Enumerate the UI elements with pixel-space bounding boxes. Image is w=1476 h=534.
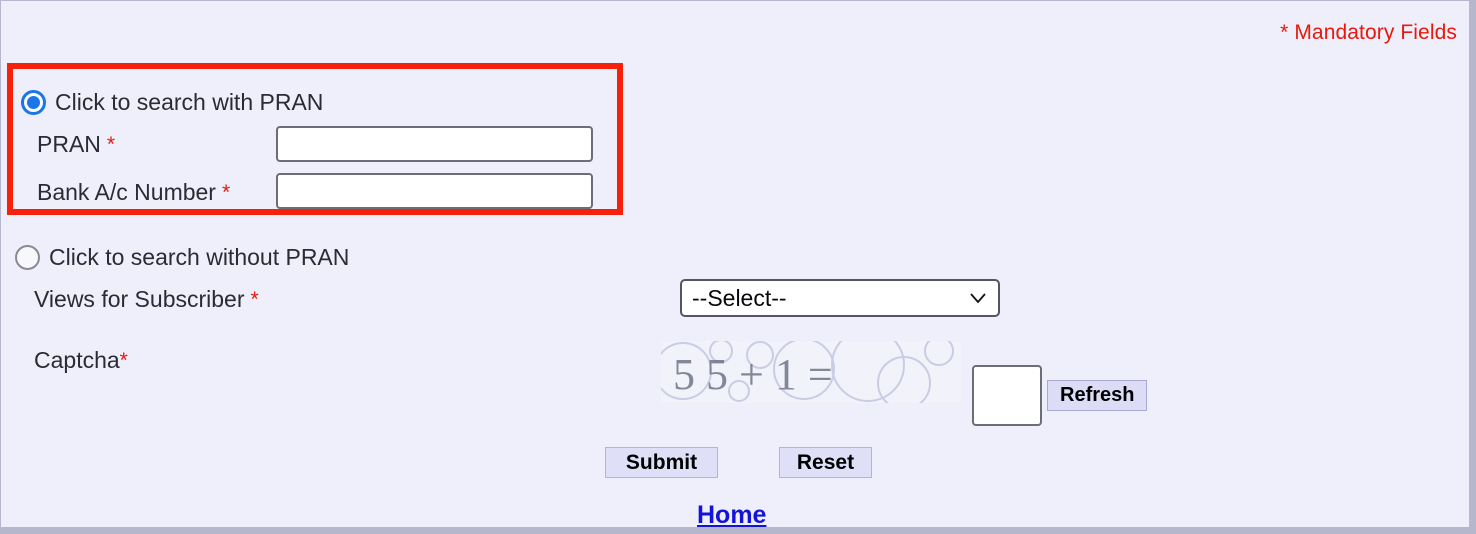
search-with-pran-highlight-box: Click to search with PRAN PRAN * Bank A/… <box>7 63 623 215</box>
radio-option-search-with-pran[interactable]: Click to search with PRAN <box>21 89 323 116</box>
radio-without-pran-icon[interactable] <box>15 245 40 270</box>
radio-without-pran-label: Click to search without PRAN <box>49 244 350 270</box>
bank-account-required-asterisk: * <box>221 180 231 204</box>
views-for-subscriber-label-row: Views for Subscriber * <box>34 286 259 313</box>
captcha-label-row: Captcha * <box>34 347 128 374</box>
captcha-input[interactable] <box>972 365 1042 426</box>
views-for-subscriber-select[interactable]: --Select-- <box>680 279 1000 317</box>
submit-button[interactable]: Submit <box>605 447 718 478</box>
bank-account-input[interactable] <box>276 173 593 209</box>
views-for-subscriber-label: Views for Subscriber <box>34 286 245 312</box>
pran-input[interactable] <box>276 126 593 162</box>
mandatory-fields-note: * Mandatory Fields <box>1280 21 1457 44</box>
views-for-subscriber-required-asterisk: * <box>250 287 259 311</box>
captcha-challenge-image: 5 5 + 1 = <box>661 341 961 403</box>
captcha-required-asterisk: * <box>119 348 128 372</box>
pran-field-row: PRAN * <box>37 131 115 158</box>
home-link[interactable]: Home <box>697 501 766 527</box>
radio-with-pran-icon[interactable] <box>21 90 46 115</box>
radio-option-search-without-pran[interactable]: Click to search without PRAN <box>15 244 349 271</box>
bank-account-field-row: Bank A/c Number * <box>37 179 230 206</box>
captcha-label: Captcha <box>34 347 120 373</box>
views-for-subscriber-selected-value: --Select-- <box>692 284 787 311</box>
search-subscriber-form-page: * Mandatory Fields Click to search with … <box>0 0 1476 534</box>
refresh-captcha-button[interactable]: Refresh <box>1047 380 1148 411</box>
captcha-challenge-text: 5 5 + 1 = <box>673 350 833 399</box>
reset-button[interactable]: Reset <box>779 447 872 478</box>
pran-field-label: PRAN <box>37 131 101 157</box>
views-for-subscriber-select-box[interactable]: --Select-- <box>680 279 1000 317</box>
chevron-down-icon <box>970 293 986 304</box>
pran-required-asterisk: * <box>106 132 116 156</box>
radio-with-pran-label: Click to search with PRAN <box>55 89 324 115</box>
bank-account-field-label: Bank A/c Number <box>37 179 216 205</box>
